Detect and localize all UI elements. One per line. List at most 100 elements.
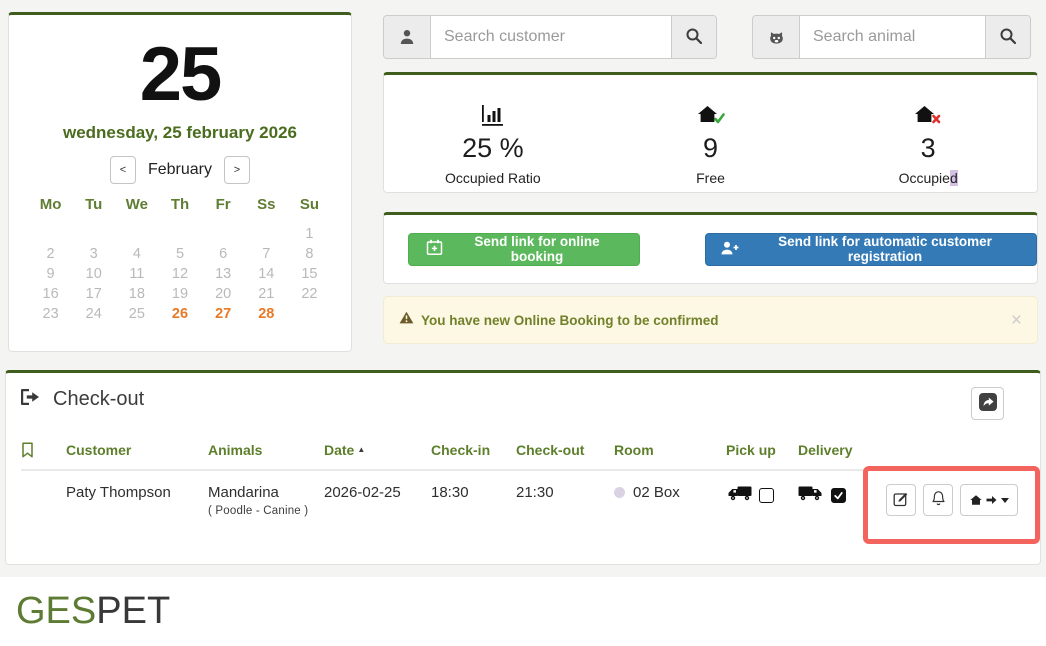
- customer-search-button[interactable]: [672, 16, 716, 58]
- calendar-day[interactable]: 24: [72, 304, 115, 324]
- calendar-day[interactable]: 6: [202, 244, 245, 264]
- gespet-logo: GESPET: [16, 590, 170, 633]
- notification-button[interactable]: [923, 484, 953, 516]
- weekday-label: Su: [288, 196, 331, 218]
- calendar-day[interactable]: [288, 304, 331, 324]
- bell-icon: [931, 490, 946, 510]
- user-plus-icon: [720, 241, 739, 258]
- occupied-label-selection: d: [950, 170, 958, 186]
- calendar-day[interactable]: 22: [288, 284, 331, 304]
- calendar-day[interactable]: 25: [115, 304, 158, 324]
- edit-button[interactable]: [886, 484, 916, 516]
- send-online-booking-button[interactable]: Send link for online booking: [408, 233, 640, 266]
- calendar-day[interactable]: 27: [202, 304, 245, 324]
- send-customer-registration-label: Send link for automatic customer registr…: [748, 234, 1022, 264]
- calendar-day[interactable]: [115, 224, 158, 244]
- pickup-checkbox[interactable]: [759, 488, 774, 503]
- calendar-day[interactable]: 20: [202, 284, 245, 304]
- calendar-day[interactable]: 9: [29, 264, 72, 284]
- calendar-day[interactable]: 10: [72, 264, 115, 284]
- free-label: Free: [602, 170, 820, 186]
- calendar-day[interactable]: 19: [158, 284, 201, 304]
- bookmark-icon[interactable]: [21, 442, 66, 461]
- sign-out-icon: [20, 388, 40, 411]
- dashboard-page: 25 wednesday, 25 february 2026 < Februar…: [0, 0, 1046, 646]
- animal-search-button[interactable]: [986, 16, 1030, 58]
- stat-free: 9 Free: [602, 75, 820, 192]
- caret-down-icon: [1001, 498, 1009, 503]
- quick-links-card: Send link for online booking Send link f…: [383, 212, 1038, 284]
- calendar-day[interactable]: 28: [245, 304, 288, 324]
- calendar-day[interactable]: 4: [115, 244, 158, 264]
- column-header-pick-up[interactable]: Pick up: [726, 442, 798, 458]
- calendar-day[interactable]: [245, 224, 288, 244]
- checkout-header: Check-out: [6, 373, 1040, 411]
- column-header-check-in[interactable]: Check-in: [431, 442, 516, 458]
- calendar-day[interactable]: 3: [72, 244, 115, 264]
- weekday-label: Ss: [245, 196, 288, 218]
- stat-occupied-ratio: 25 % Occupied Ratio: [384, 75, 602, 192]
- calendar-day[interactable]: [29, 224, 72, 244]
- calendar-day[interactable]: 21: [245, 284, 288, 304]
- calendar-day[interactable]: 23: [29, 304, 72, 324]
- magnifier-icon: [685, 27, 703, 48]
- calendar-day[interactable]: 8: [288, 244, 331, 264]
- house-icon: [970, 493, 982, 508]
- weekday-label: Th: [158, 196, 201, 218]
- weekday-label: Fr: [202, 196, 245, 218]
- delivery-cell: [798, 485, 886, 505]
- animal-breed: ( Poodle - Canine ): [208, 505, 324, 517]
- calendar-day[interactable]: 26: [158, 304, 201, 324]
- column-header-delivery[interactable]: Delivery: [798, 442, 886, 458]
- column-header-animals[interactable]: Animals: [208, 442, 324, 458]
- truck-left-icon: [726, 485, 752, 505]
- bar-chart-icon: [384, 90, 602, 126]
- person-icon: [384, 16, 430, 58]
- calendar-day[interactable]: 12: [158, 264, 201, 284]
- occupancy-stats-card: 25 % Occupied Ratio 9 Free 3 Occupied: [383, 72, 1038, 193]
- checkout-table-row: Paty Thompson Mandarina ( Poodle - Canin…: [21, 471, 1024, 517]
- close-icon[interactable]: ×: [1011, 311, 1022, 330]
- animal-search-input[interactable]: [799, 16, 986, 58]
- animal-cell: Mandarina ( Poodle - Canine ): [208, 484, 324, 517]
- calendar-day[interactable]: 18: [115, 284, 158, 304]
- stat-occupied: 3 Occupied: [819, 75, 1037, 192]
- calendar-day[interactable]: 13: [202, 264, 245, 284]
- column-header-check-out[interactable]: Check-out: [516, 442, 614, 458]
- calendar-day[interactable]: 11: [115, 264, 158, 284]
- send-online-booking-label: Send link for online booking: [452, 234, 622, 264]
- free-value: 9: [602, 133, 820, 164]
- check-out-time: 21:30: [516, 484, 614, 501]
- calendar-day[interactable]: 5: [158, 244, 201, 264]
- calendar-day[interactable]: [72, 224, 115, 244]
- weekday-label: Mo: [29, 196, 72, 218]
- checkout-dropdown-button[interactable]: [960, 484, 1018, 516]
- send-customer-registration-button[interactable]: Send link for automatic customer registr…: [705, 233, 1037, 266]
- column-header-room[interactable]: Room: [614, 442, 726, 458]
- next-month-button[interactable]: >: [224, 156, 250, 184]
- prev-month-button[interactable]: <: [110, 156, 136, 184]
- share-button[interactable]: [971, 387, 1004, 420]
- calendar-day[interactable]: 17: [72, 284, 115, 304]
- animal-search-group: [752, 15, 1031, 59]
- calendar-day[interactable]: 7: [245, 244, 288, 264]
- calendar-day[interactable]: 1: [288, 224, 331, 244]
- column-header-date[interactable]: Date▲: [324, 442, 431, 458]
- customer-search-group: [383, 15, 717, 59]
- cat-face-icon: [753, 16, 799, 58]
- column-header-customer[interactable]: Customer: [66, 442, 208, 458]
- calendar-day[interactable]: 15: [288, 264, 331, 284]
- checkout-table: Customer Animals Date▲ Check-in Check-ou…: [21, 442, 1024, 517]
- logo-ges: GES: [16, 590, 96, 632]
- calendar-weekday-row: Mo Tu We Th Fr Ss Su: [9, 196, 351, 218]
- calendar-day[interactable]: 14: [245, 264, 288, 284]
- calendar-day[interactable]: 2: [29, 244, 72, 264]
- customer-search-input[interactable]: [430, 16, 672, 58]
- checkout-title: Check-out: [53, 388, 144, 411]
- calendar-day[interactable]: [158, 224, 201, 244]
- calendar-day[interactable]: [202, 224, 245, 244]
- delivery-checkbox[interactable]: [831, 488, 846, 503]
- room-cell: 02 Box: [614, 484, 726, 501]
- calendar-day[interactable]: 16: [29, 284, 72, 304]
- occupied-label-text: Occupie: [899, 170, 950, 186]
